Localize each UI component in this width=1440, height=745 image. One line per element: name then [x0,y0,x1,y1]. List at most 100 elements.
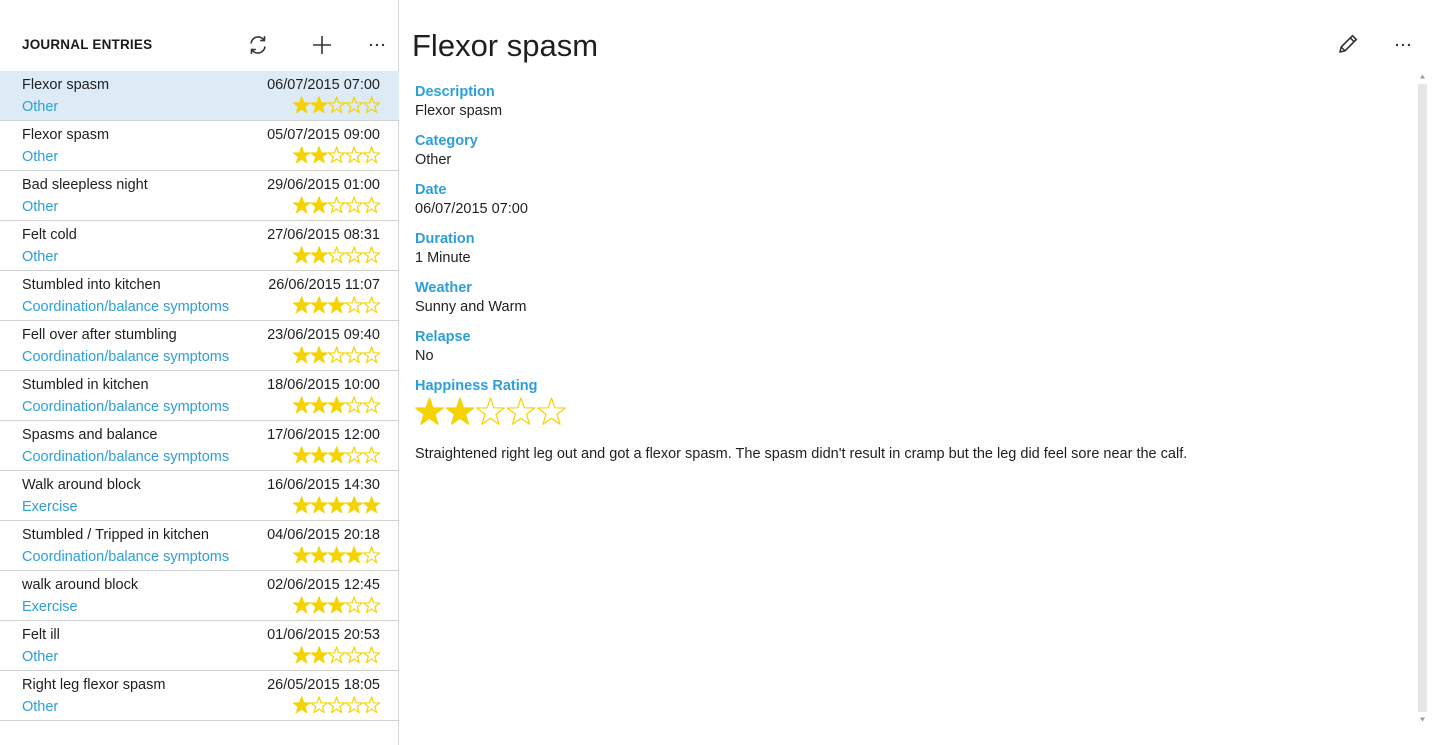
star-empty-icon [362,146,380,164]
star-empty-icon [345,146,363,164]
entry-rating-stars [292,546,380,564]
entry-date: 29/06/2015 01:00 [267,177,380,193]
list-item[interactable]: Stumbled in kitchen 18/06/2015 10:00 Coord… [0,371,399,421]
star-empty-icon [345,646,363,664]
entry-date: 05/07/2015 09:00 [267,127,380,143]
entry-date: 17/06/2015 12:00 [267,427,380,443]
list-item[interactable]: Flexor spasm 05/07/2015 09:00 Other [0,121,399,171]
list-item[interactable]: Stumbled into kitchen 26/06/2015 11:07 Coo… [0,271,399,321]
scroll-thumb[interactable] [1418,84,1427,712]
entry-category: Other [22,149,59,165]
happiness-rating-label: Happiness Rating [415,378,538,394]
entry-category: Other [22,249,59,265]
entry-title: Walk around block [22,477,141,493]
list-item[interactable]: Bad sleepless night 29/06/2015 01:00 Other [0,171,399,221]
star-empty-icon [327,696,346,714]
star-filled-icon [327,596,346,614]
star-filled-icon [310,496,328,514]
star-empty-icon [345,696,363,714]
star-filled-icon [310,446,328,464]
list-item[interactable]: Right leg flexor spasm 26/05/2015 18:05 Ot… [0,671,399,721]
star-filled-icon [415,397,444,425]
list-item[interactable]: Stumbled / Tripped in kitchen 04/06/2015 … [0,521,399,571]
star-empty-icon [506,397,536,425]
star-filled-icon [310,596,328,614]
refresh-button[interactable] [241,28,275,62]
entry-date: 26/05/2015 18:05 [267,677,380,693]
category-label: Category [415,133,478,149]
relapse-label: Relapse [415,329,471,345]
star-filled-icon [310,246,328,264]
list-item[interactable]: Walk around block 16/06/2015 14:30 Exercis… [0,471,399,521]
entry-date: 16/06/2015 14:30 [267,477,380,493]
entry-rating-stars [292,296,380,314]
entry-title: Right leg flexor spasm [22,677,166,693]
star-empty-icon [345,396,363,414]
star-filled-icon [292,646,311,664]
entry-notes: Straightened right leg out and got a fle… [415,446,1188,462]
entry-title: Flexor spasm [22,127,110,143]
star-filled-icon [310,346,328,364]
star-empty-icon [362,296,380,314]
entry-rating-stars [292,596,380,614]
add-icon [313,36,331,54]
category-value: Other [415,152,452,168]
entry-title: Flexor spasm [22,77,110,93]
duration-value: 1 Minute [415,250,471,266]
entry-list: Flexor spasm 06/07/2015 07:00 Other Flexor … [0,71,399,721]
star-empty-icon [327,96,346,114]
star-filled-icon [327,546,346,564]
star-empty-icon [362,346,380,364]
list-item[interactable]: Felt cold 27/06/2015 08:31 Other [0,221,399,271]
add-entry-button[interactable] [305,28,339,62]
star-filled-icon [292,246,311,264]
detail-scrollbar[interactable] [1416,70,1428,725]
entry-detail-pane: Flexor spasm Description Flexor spasm Cate… [400,0,1440,745]
entry-date: 26/06/2015 11:07 [268,277,380,293]
duration-label: Duration [415,231,475,247]
star-filled-icon [327,496,346,514]
star-filled-icon [445,397,475,425]
entry-title: Spasms and balance [22,427,158,443]
star-filled-icon [310,646,328,664]
entry-date: 18/06/2015 10:00 [267,377,380,393]
star-empty-icon [327,196,346,214]
list-item[interactable]: walk around block 02/06/2015 12:45 Exercis… [0,571,399,621]
entry-category: Other [22,99,59,115]
list-item[interactable]: Flexor spasm 06/07/2015 07:00 Other [0,71,399,121]
star-filled-icon [292,96,311,114]
list-item[interactable]: Felt ill 01/06/2015 20:53 Other [0,621,399,671]
star-empty-icon [327,146,346,164]
star-empty-icon [362,246,380,264]
star-empty-icon [327,246,346,264]
star-empty-icon [345,196,363,214]
star-filled-icon [345,546,363,564]
entry-rating-stars [292,246,380,264]
star-empty-icon [327,346,346,364]
entry-title: Felt ill [22,627,60,643]
star-empty-icon [345,346,363,364]
entry-rating-stars [292,646,380,664]
star-filled-icon [310,546,328,564]
star-filled-icon [292,446,311,464]
list-more-button[interactable] [360,28,394,62]
star-filled-icon [292,696,311,714]
journal-list-pane: JOURNAL ENTRIES Flexor spasm06/07/2015 [0,0,399,745]
scroll-up-arrow-icon[interactable] [1419,73,1426,80]
list-item[interactable]: Fell over after stumbling 23/06/2015 09:4… [0,321,399,371]
list-item[interactable]: Spasms and balance 17/06/2015 12:00 Coordi… [0,421,399,471]
star-empty-icon [345,446,363,464]
weather-value: Sunny and Warm [415,299,527,315]
entry-category: Other [22,649,59,665]
scroll-down-arrow-icon[interactable] [1419,716,1426,723]
more-icon [369,43,385,47]
relapse-value: No [415,348,434,364]
entry-title: walk around block [22,577,139,593]
edit-button[interactable] [1336,32,1362,58]
star-empty-icon [362,646,380,664]
more-icon [1395,43,1411,47]
star-empty-icon [362,446,380,464]
detail-more-button[interactable] [1388,32,1418,58]
entry-date: 27/06/2015 08:31 [267,227,380,243]
star-filled-icon [310,296,328,314]
